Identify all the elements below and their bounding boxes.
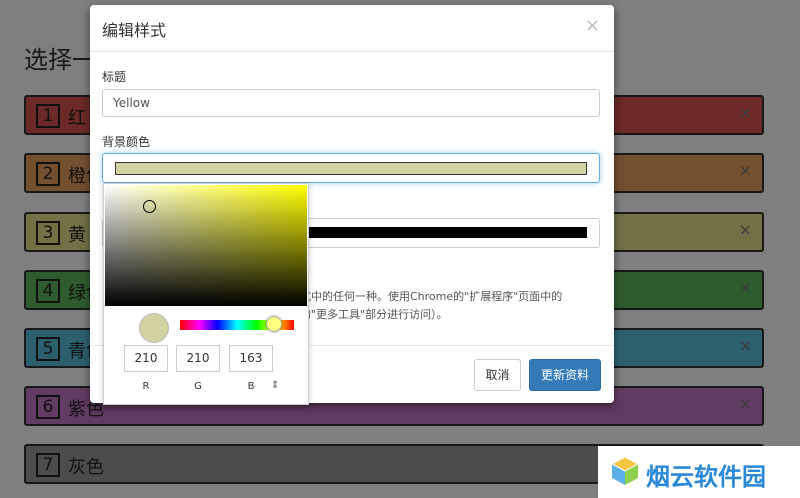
green-input[interactable]: 210 bbox=[176, 345, 220, 372]
title-input[interactable] bbox=[102, 89, 600, 117]
title-field-label: 标题 bbox=[102, 70, 127, 84]
close-icon[interactable]: × bbox=[585, 15, 600, 36]
update-button[interactable]: 更新资料 bbox=[529, 359, 601, 391]
color-preview bbox=[139, 313, 169, 343]
bg-color-input[interactable] bbox=[102, 153, 600, 183]
help-line: 的"更多工具"部分进行访问）。 bbox=[300, 308, 448, 321]
color-picker: 210 210 163 R G B ⇕ bbox=[103, 183, 309, 405]
cube-logo-icon bbox=[610, 456, 640, 485]
blue-label: B bbox=[247, 381, 255, 392]
modal-title: 编辑样式 bbox=[102, 21, 167, 40]
red-input[interactable]: 210 bbox=[124, 345, 168, 372]
hue-slider-handle[interactable] bbox=[266, 316, 282, 332]
green-label: G bbox=[194, 381, 202, 392]
mode-toggle-icon[interactable]: ⇕ bbox=[271, 380, 279, 391]
bg-color-field-label: 背景颜色 bbox=[102, 135, 151, 149]
cancel-button[interactable]: 取消 bbox=[474, 359, 521, 391]
help-text: 式中的任何一种。使用Chrome的"扩展程序"页面中的 的"更多工具"部分进行访… bbox=[300, 288, 600, 324]
saturation-value-area[interactable] bbox=[105, 185, 307, 306]
red-label: R bbox=[142, 381, 150, 392]
watermark-text: 烟云软件园 bbox=[646, 463, 766, 491]
help-line: 式中的任何一种。使用Chrome的"扩展程序"页面中的 bbox=[300, 290, 563, 303]
blue-input[interactable]: 163 bbox=[229, 345, 273, 372]
modal-header: 编辑样式 × bbox=[90, 5, 614, 52]
sv-handle[interactable] bbox=[143, 200, 156, 213]
watermark: 烟云软件园 bbox=[598, 446, 800, 498]
bg-color-swatch bbox=[115, 162, 587, 175]
